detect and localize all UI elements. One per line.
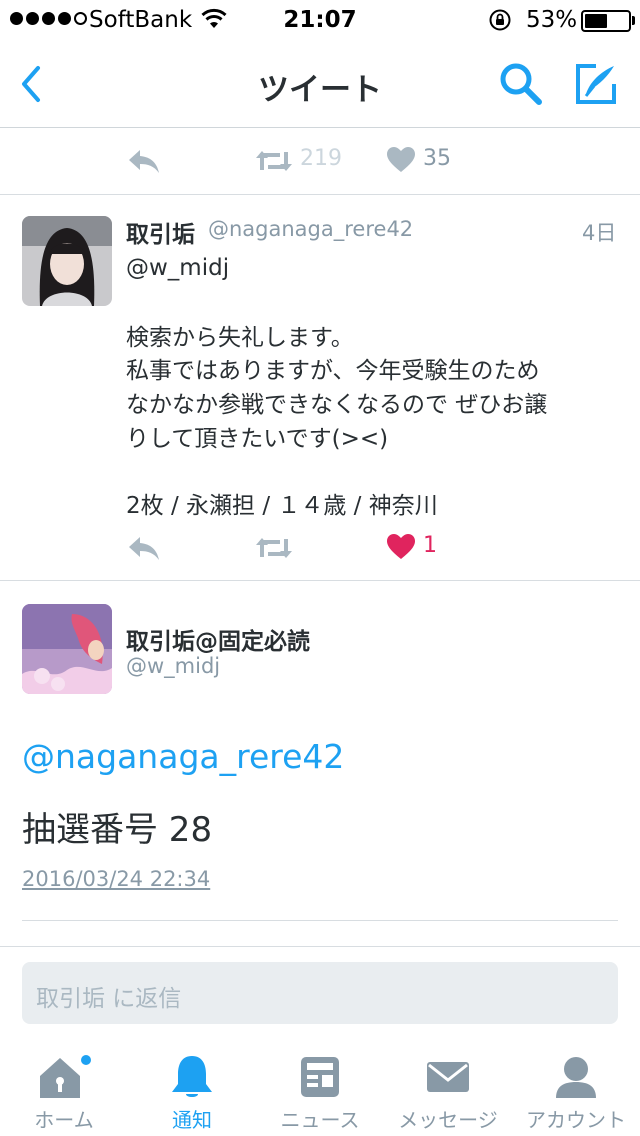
battery-level-fill: [585, 14, 607, 28]
tweet-author-name[interactable]: 取引垢@固定必読: [126, 622, 310, 656]
tweet-timestamp[interactable]: 2016/03/24 22:34: [22, 867, 210, 891]
tab-label: ホーム: [34, 1108, 94, 1132]
tab-news[interactable]: ニュース: [256, 1040, 384, 1136]
retweet-count: 219: [300, 146, 342, 171]
battery-percentage: 53%: [526, 7, 578, 33]
tweet-detail-screen: SoftBank 21:07 53% ツイート 219 35 取引垢 @naga…: [0, 0, 640, 1136]
compose-icon[interactable]: [572, 60, 620, 108]
reply-input-placeholder: 取引垢 に返信: [36, 986, 182, 1012]
tab-account[interactable]: アカウント: [512, 1040, 640, 1136]
tab-home[interactable]: ホーム: [0, 1040, 128, 1136]
tweet-mention[interactable]: @w_midj: [126, 255, 229, 281]
retweet-icon[interactable]: [254, 146, 294, 176]
tweet-author-handle[interactable]: @naganaga_rere42: [208, 217, 413, 241]
divider: [0, 946, 640, 947]
like-count: 35: [423, 146, 451, 171]
like-count: 1: [423, 533, 437, 558]
battery-tip: [632, 16, 635, 25]
tab-label: メッセージ: [398, 1108, 498, 1132]
previous-tweet-actions: 219 35: [0, 140, 640, 180]
tab-notifications[interactable]: 通知: [128, 1040, 256, 1136]
divider: [22, 920, 618, 921]
tweet-text: 抽選番号 28: [22, 810, 213, 850]
tab-messages[interactable]: メッセージ: [384, 1040, 512, 1136]
avatar[interactable]: [22, 604, 112, 694]
divider: [0, 580, 640, 581]
reply-icon[interactable]: [126, 146, 162, 176]
divider: [0, 194, 640, 195]
tweet-body-line: 検索から失礼します。: [126, 325, 354, 351]
tweet-body-line: 2枚 / 永瀬担 / １４歳 / 神奈川: [126, 493, 438, 519]
reply-tweet-actions: 1: [0, 527, 640, 567]
tab-label: 通知: [172, 1108, 212, 1132]
retweet-icon[interactable]: [254, 533, 294, 563]
bell-icon: [172, 1056, 212, 1097]
news-icon: [301, 1057, 339, 1097]
tweet-body-line: なかなか参戦できなくなるので ぜひお譲: [126, 392, 548, 418]
tweet-body-line: 私事ではありますが、今年受験生のため: [126, 358, 540, 384]
tweet-date: 4日: [582, 221, 617, 245]
person-icon: [556, 1057, 596, 1098]
heart-icon[interactable]: [386, 533, 416, 561]
tweet-body-line: りして頂きたいです(><): [126, 426, 389, 452]
envelope-icon: [427, 1062, 469, 1092]
tab-bar: ホーム 通知 ニュース メッセージ アカウント: [0, 1040, 640, 1136]
tweet-author-handle[interactable]: @w_midj: [126, 654, 220, 678]
home-icon: [40, 1055, 91, 1098]
status-bar: SoftBank 21:07 53%: [0, 0, 640, 40]
navigation-bar: ツイート: [0, 40, 640, 128]
reply-icon[interactable]: [126, 533, 162, 563]
tweet-mention[interactable]: @naganaga_rere42: [22, 737, 344, 776]
tweet-author-name[interactable]: 取引垢: [126, 215, 195, 249]
reply-input[interactable]: 取引垢 に返信: [22, 962, 618, 1024]
rotation-lock-icon: [489, 9, 511, 31]
tab-label: アカウント: [526, 1108, 626, 1132]
search-icon[interactable]: [497, 60, 545, 108]
heart-icon[interactable]: [386, 146, 416, 174]
battery-icon: [581, 10, 631, 32]
tab-label: ニュース: [280, 1108, 360, 1132]
avatar[interactable]: [22, 216, 112, 306]
